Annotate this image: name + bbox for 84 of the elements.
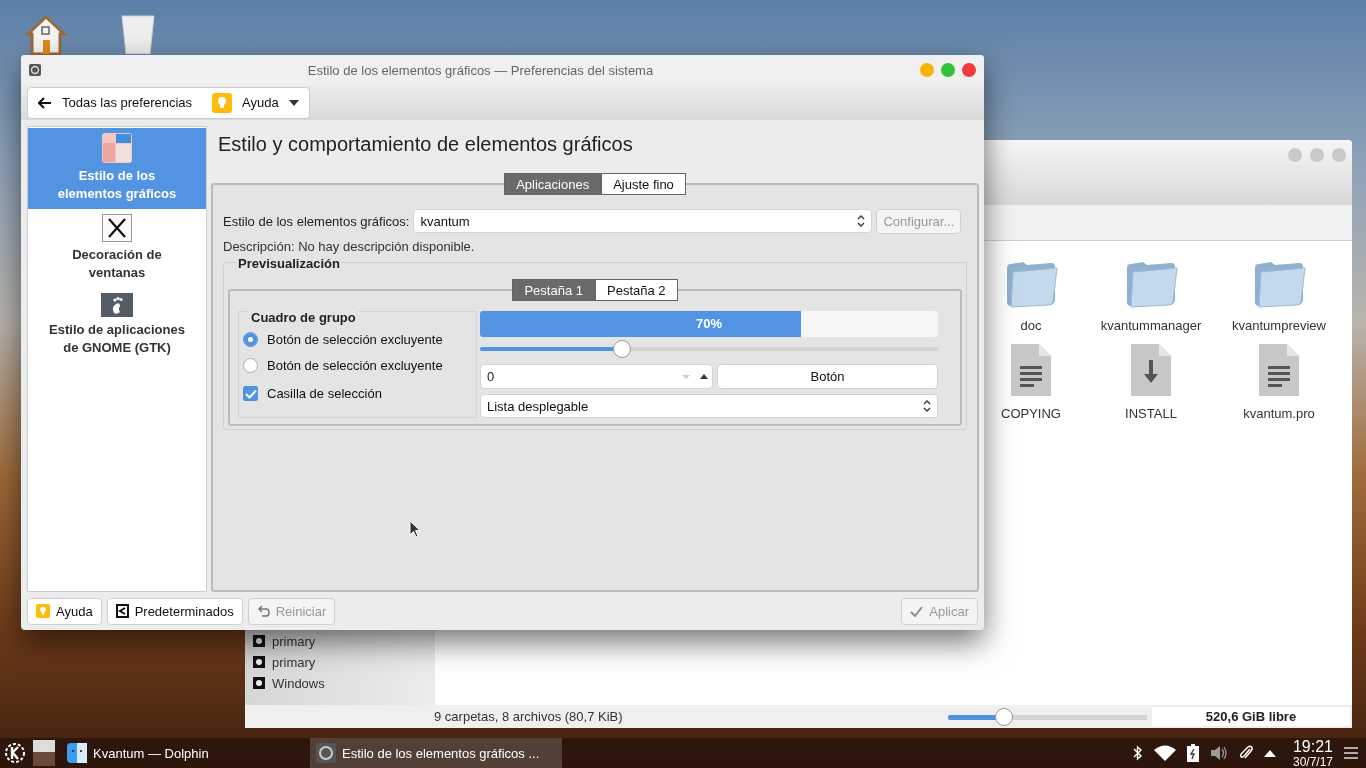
caret-icon bbox=[288, 99, 299, 106]
up-down-arrows-icon bbox=[923, 400, 931, 412]
close-button[interactable] bbox=[962, 63, 976, 77]
preview-button[interactable]: Botón bbox=[717, 364, 938, 389]
spin-box[interactable]: 0 bbox=[480, 364, 713, 389]
trash-icon[interactable] bbox=[120, 14, 156, 54]
task-button[interactable]: Kvantum — Dolphin bbox=[61, 738, 306, 768]
file-item[interactable]: kvantummanager bbox=[1097, 253, 1205, 335]
gear-icon bbox=[29, 64, 41, 76]
slider-handle[interactable] bbox=[612, 340, 631, 358]
expand-arrow-icon[interactable] bbox=[1263, 749, 1276, 757]
tab[interactable]: Pestaña 1 bbox=[512, 279, 595, 301]
dropdown[interactable]: Lista desplegable bbox=[480, 394, 938, 418]
checkbox[interactable]: Casilla de selección bbox=[243, 378, 476, 409]
group-title: Cuadro de grupo bbox=[249, 310, 358, 325]
slider-handle[interactable] bbox=[994, 707, 1013, 726]
help-menu-button[interactable]: Ayuda bbox=[202, 87, 309, 118]
bluetooth-icon[interactable] bbox=[1132, 745, 1143, 761]
sidebar-item[interactable]: Decoración de ventanas bbox=[28, 209, 206, 288]
lightbulb-icon bbox=[36, 604, 50, 618]
mouse-cursor-icon bbox=[409, 520, 421, 538]
file-item[interactable]: COPYING bbox=[985, 341, 1077, 423]
description-text: Descripción: No hay descripción disponible. bbox=[223, 239, 476, 254]
style-dropdown[interactable]: kvantum bbox=[413, 209, 873, 233]
file-name: kvantummanager bbox=[1099, 317, 1203, 335]
tab[interactable]: Pestaña 2 bbox=[595, 279, 678, 301]
home-icon[interactable] bbox=[24, 12, 68, 56]
back-arrow-icon bbox=[38, 96, 52, 109]
file-item[interactable]: kvantumpreview bbox=[1225, 253, 1333, 335]
file-name: doc bbox=[1019, 317, 1043, 335]
file-name: COPYING bbox=[1000, 405, 1062, 423]
drive-icon bbox=[253, 635, 265, 647]
undo-icon bbox=[256, 605, 270, 617]
sidebar-item[interactable]: Estilo de aplicaciones de GNOME (GTK) bbox=[28, 288, 206, 363]
window-title: Estilo de los elementos gráficos — Preferencias del sistema bbox=[306, 62, 655, 78]
menu-icon[interactable] bbox=[1344, 747, 1358, 759]
tab[interactable]: Aplicaciones bbox=[504, 173, 602, 195]
maximize-button[interactable] bbox=[941, 63, 955, 77]
drive-icon bbox=[253, 656, 265, 668]
launcher-icon[interactable] bbox=[4, 742, 26, 764]
defaults-icon bbox=[115, 604, 129, 618]
file-item[interactable]: INSTALL bbox=[1097, 341, 1205, 423]
radio-button[interactable]: Botón de selección excluyente bbox=[243, 326, 476, 352]
paperclip-icon[interactable] bbox=[1238, 745, 1253, 761]
clock-date: 30/7/17 bbox=[1292, 754, 1333, 768]
page-title: Estilo y comportamiento de elementos gráficos bbox=[218, 133, 634, 157]
gear-icon bbox=[316, 743, 336, 763]
text-document-icon bbox=[1259, 341, 1299, 399]
progress-label: 70% bbox=[695, 315, 723, 333]
back-button[interactable]: Todas las preferencias bbox=[28, 87, 203, 118]
speaker-icon[interactable] bbox=[1209, 745, 1228, 761]
widget-style-icon bbox=[102, 133, 132, 163]
battery-icon[interactable] bbox=[1186, 744, 1199, 762]
file-name: kvantum.pro bbox=[1242, 405, 1316, 423]
wifi-icon[interactable] bbox=[1153, 745, 1176, 761]
spin-arrows-icon bbox=[682, 372, 708, 381]
free-space-label: 520,6 GiB libre bbox=[1152, 707, 1350, 726]
places-item[interactable]: primary bbox=[245, 652, 435, 672]
face-icon bbox=[67, 743, 87, 763]
task-button[interactable]: Estilo de los elementos gráficos ... bbox=[310, 738, 562, 768]
dialog-button[interactable]: Predeterminados bbox=[106, 597, 243, 625]
desktop-pager[interactable] bbox=[33, 740, 55, 766]
foot-icon bbox=[101, 293, 133, 317]
field-label: Estilo de los elementos gráficos: bbox=[223, 213, 410, 229]
document-down-arrow-icon bbox=[1131, 341, 1171, 399]
tab[interactable]: Ajuste fino bbox=[601, 173, 686, 195]
up-down-arrows-icon bbox=[857, 215, 866, 227]
text-document-icon bbox=[1011, 341, 1051, 399]
checkmark-icon bbox=[910, 605, 924, 617]
group-title: Previsualización bbox=[236, 256, 342, 271]
file-name: INSTALL bbox=[1124, 405, 1178, 423]
dialog-button[interactable]: Ayuda bbox=[27, 597, 102, 625]
file-item[interactable]: kvantum.pro bbox=[1225, 341, 1333, 423]
places-item[interactable]: Windows bbox=[245, 673, 435, 693]
status-text: 9 carpetas, 8 archivos (80,7 KiB) bbox=[434, 709, 624, 724]
radio-button[interactable]: Botón de selección excluyente bbox=[243, 352, 476, 378]
places-item[interactable]: primary bbox=[245, 631, 435, 651]
clock-time: 19:21 bbox=[1292, 737, 1333, 755]
file-item[interactable]: doc bbox=[985, 253, 1077, 335]
file-name: kvantumpreview bbox=[1231, 317, 1327, 335]
clock[interactable]: 19:21 30/7/17 bbox=[1292, 737, 1333, 768]
drive-icon bbox=[253, 677, 265, 689]
x-logo-icon bbox=[102, 214, 132, 242]
lightbulb-icon bbox=[212, 92, 233, 113]
